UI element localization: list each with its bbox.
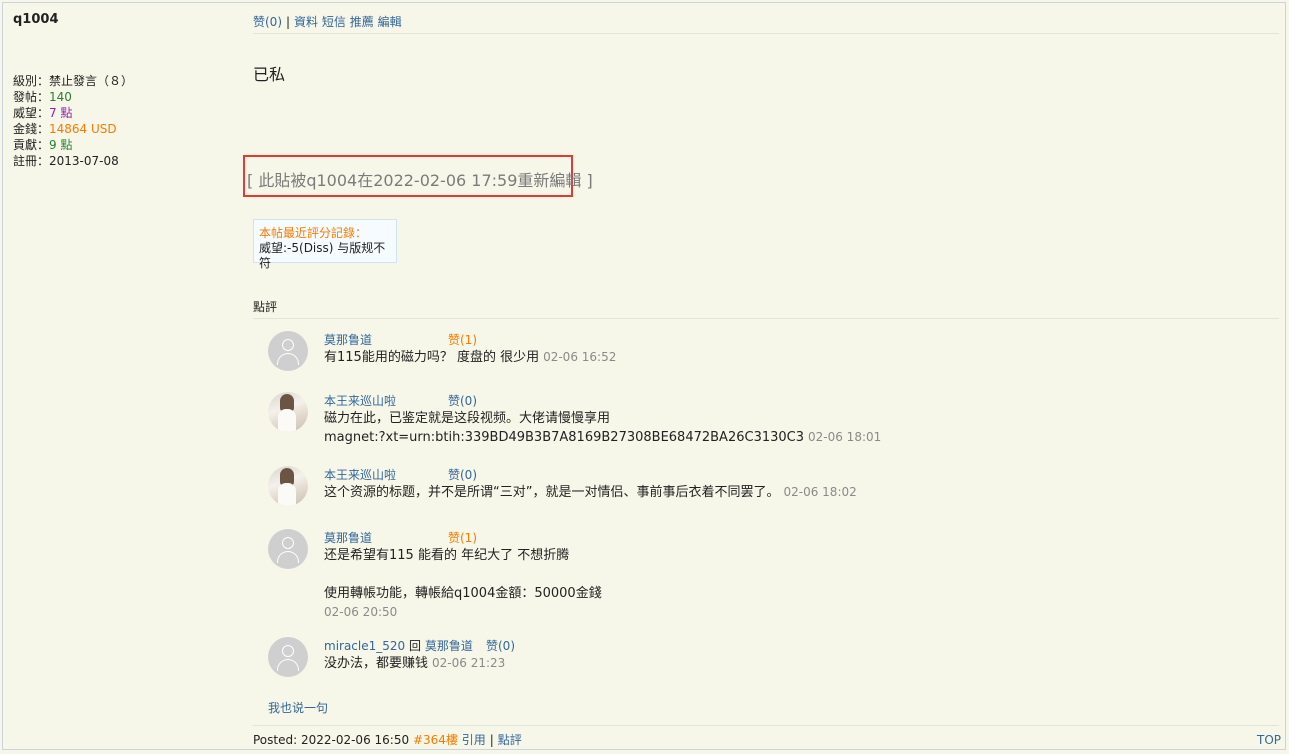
comment-line: 有115能用的磁力吗？ 度盘的 很少用 — [324, 350, 540, 365]
comment-line: 没办法，都要赚钱 — [324, 656, 429, 671]
separator: | — [489, 733, 494, 747]
stat-value: 14864 USD — [49, 122, 117, 136]
message-link[interactable]: 短信 — [322, 15, 346, 29]
floor-number[interactable]: #364樓 — [413, 733, 458, 747]
quote-link[interactable]: 引用 — [462, 733, 486, 747]
comment-time: 02-06 20:50 — [324, 605, 398, 619]
stat-contribution: 貢獻：9 點 — [13, 137, 233, 153]
comment-time: 02-06 18:02 — [783, 485, 857, 499]
avatar[interactable] — [268, 466, 308, 506]
comment-line: 磁力在此，已鉴定就是这段视频。大佬请慢慢享用 — [324, 411, 611, 426]
stat-posts: 發帖：140 — [13, 89, 233, 105]
add-comment-link[interactable]: 我也说一句 — [268, 699, 328, 716]
stat-prestige: 威望：7 點 — [13, 105, 233, 121]
comment-like-button[interactable]: 赞(0) — [448, 392, 477, 409]
stat-value: 7 點 — [49, 106, 73, 120]
edit-note-highlight: [ 此貼被q1004在2022-02-06 17:59重新編輯 ] — [243, 155, 593, 197]
comment-line: 还是希望有115 能看的 年纪大了 不想折腾 — [324, 548, 570, 563]
comment-link[interactable]: 點評 — [498, 733, 522, 747]
user-icon — [282, 339, 294, 351]
comment-user-link[interactable]: 莫那鲁道 — [324, 531, 372, 545]
comment-time: 02-06 16:52 — [543, 350, 617, 364]
stat-label: 發帖： — [13, 90, 50, 104]
post-footer: Posted: 2022-02-06 16:50 #364樓 引用 | 點評 TOP — [253, 725, 1281, 754]
stat-label: 貢獻： — [13, 138, 50, 152]
comment-line-blank — [324, 565, 1224, 584]
back-to-top-link[interactable]: TOP — [1257, 726, 1281, 754]
stat-label: 級別： — [13, 74, 50, 88]
edit-note: [ 此貼被q1004在2022-02-06 17:59重新編輯 ] — [247, 171, 593, 190]
post-main: 赞(0) | 資料 短信 推薦 編輯 已私 [ 此貼被q1004在2022-02-0… — [243, 3, 1281, 754]
rating-title: 本帖最近評分記錄： — [259, 226, 368, 240]
author-stats: 級別：禁止發言（８） 發帖：140 威望：7 點 金錢：14864 USD 貢獻… — [13, 73, 233, 169]
reply-word: 回 — [409, 639, 422, 653]
posted-time: Posted: 2022-02-06 16:50 — [253, 733, 410, 747]
stat-value: 禁止發言（８） — [49, 74, 134, 88]
comment-user-link[interactable]: 莫那鲁道 — [324, 333, 372, 347]
avatar[interactable] — [268, 637, 308, 677]
comment-like-button[interactable]: 赞(0) — [486, 637, 515, 654]
post-content: 已私 — [253, 65, 286, 84]
avatar[interactable] — [268, 392, 308, 432]
stat-label: 金錢： — [13, 122, 50, 136]
comment-text: magnet:?xt=urn:btih:339BD49B3B7A8169B273… — [324, 428, 1224, 447]
rating-record-box: 本帖最近評分記錄： 威望:-5(Diss) 与版规不符 — [253, 219, 397, 270]
user-icon — [282, 537, 294, 549]
stat-level: 級別：禁止發言（８） — [13, 73, 233, 89]
user-icon — [282, 645, 294, 657]
comment-user-link[interactable]: miracle1_520 — [324, 639, 405, 653]
comments-header: 點評 — [253, 298, 1279, 319]
author-username[interactable]: q1004 — [13, 12, 233, 27]
comment-text: 这个资源的标题，并不是所谓“三对”，就是一对情侣、事前事后衣着不同罢了。 02-0… — [324, 483, 1224, 502]
comment-time: 02-06 18:01 — [808, 430, 882, 444]
comment-user-link[interactable]: 本王来巡山啦 — [324, 394, 396, 408]
like-button[interactable]: 赞(0) — [253, 15, 282, 29]
separator: | — [286, 15, 291, 29]
comment-text: 没办法，都要赚钱 02-06 21:23 — [324, 654, 1224, 673]
avatar[interactable] — [268, 529, 308, 569]
comment-line: 这个资源的标题，并不是所谓“三对”，就是一对情侣、事前事后衣着不同罢了。 — [324, 485, 780, 500]
stat-registered: 註冊：2013-07-08 — [13, 153, 233, 169]
comment-text: 有115能用的磁力吗？ 度盘的 很少用 02-06 16:52 — [324, 348, 1224, 367]
post-frame: q1004 級別：禁止發言（８） 發帖：140 威望：7 點 金錢：14864 … — [2, 2, 1286, 750]
stat-money: 金錢：14864 USD — [13, 121, 233, 137]
avatar[interactable] — [268, 331, 308, 371]
post-action-bar: 赞(0) | 資料 短信 推薦 編輯 — [253, 13, 1279, 34]
stat-value: 140 — [49, 90, 72, 104]
author-panel: q1004 級別：禁止發言（８） 發帖：140 威望：7 點 金錢：14864 … — [13, 12, 233, 169]
stat-value: 2013-07-08 — [49, 154, 119, 168]
comment-time: 02-06 21:23 — [432, 656, 506, 670]
edit-link[interactable]: 編輯 — [378, 15, 402, 29]
recommend-link[interactable]: 推薦 — [350, 15, 374, 29]
magnet-link-text: magnet:?xt=urn:btih:339BD49B3B7A8169B273… — [324, 430, 804, 445]
comment-user-link[interactable]: 本王来巡山啦 — [324, 468, 396, 482]
stat-label: 威望： — [13, 106, 50, 120]
comment-like-button[interactable]: 赞(0) — [448, 466, 477, 483]
comment-like-button[interactable]: 赞(1) — [448, 529, 477, 546]
stat-value: 9 點 — [49, 138, 73, 152]
comment-line: 使用轉帳功能，轉帳給q1004金額：50000金錢 — [324, 586, 602, 601]
profile-link[interactable]: 資料 — [294, 15, 318, 29]
stat-label: 註冊： — [13, 154, 50, 168]
rating-entry: 威望:-5(Diss) 与版规不符 — [259, 241, 386, 270]
reply-to-user-link[interactable]: 莫那鲁道 — [425, 639, 473, 653]
comment-like-button[interactable]: 赞(1) — [448, 331, 477, 348]
